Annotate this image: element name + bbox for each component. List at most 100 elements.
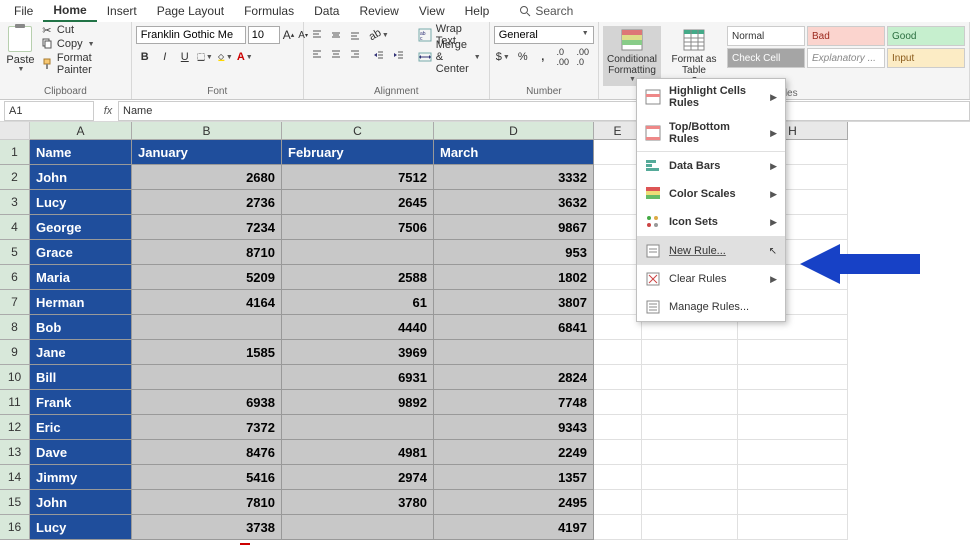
cell[interactable]: 1357 bbox=[434, 465, 594, 490]
cell[interactable]: 4197 bbox=[434, 515, 594, 540]
cell[interactable] bbox=[594, 290, 642, 315]
style-input[interactable]: Input bbox=[887, 48, 965, 68]
col-header-c[interactable]: C bbox=[282, 122, 434, 140]
tab-page-layout[interactable]: Page Layout bbox=[147, 1, 234, 21]
cell[interactable]: 953 bbox=[434, 240, 594, 265]
cell[interactable] bbox=[642, 365, 738, 390]
copy-button[interactable]: Copy▼ bbox=[41, 38, 127, 50]
cell[interactable] bbox=[594, 415, 642, 440]
cell[interactable]: Bob bbox=[30, 315, 132, 340]
formula-input[interactable]: Name bbox=[118, 101, 970, 121]
cell[interactable] bbox=[594, 140, 642, 165]
row-header[interactable]: 4 bbox=[0, 215, 30, 240]
row-header[interactable]: 8 bbox=[0, 315, 30, 340]
row-header[interactable]: 2 bbox=[0, 165, 30, 190]
cell[interactable]: 5209 bbox=[132, 265, 282, 290]
tab-home[interactable]: Home bbox=[43, 0, 96, 22]
cell[interactable] bbox=[132, 315, 282, 340]
cell[interactable] bbox=[282, 240, 434, 265]
cell[interactable]: 1585 bbox=[132, 340, 282, 365]
cell[interactable]: 7372 bbox=[132, 415, 282, 440]
cell[interactable] bbox=[738, 465, 848, 490]
cell[interactable]: 2680 bbox=[132, 165, 282, 190]
cell[interactable]: 2645 bbox=[282, 190, 434, 215]
decrease-indent-button[interactable] bbox=[370, 46, 388, 64]
cell[interactable]: Frank bbox=[30, 390, 132, 415]
cell[interactable] bbox=[594, 365, 642, 390]
cell[interactable]: Lucy bbox=[30, 190, 132, 215]
style-check-cell[interactable]: Check Cell bbox=[727, 48, 805, 68]
cell[interactable]: 9343 bbox=[434, 415, 594, 440]
cell[interactable]: February bbox=[282, 140, 434, 165]
increase-indent-button[interactable] bbox=[390, 46, 408, 64]
cell[interactable] bbox=[738, 440, 848, 465]
col-header-b[interactable]: B bbox=[132, 122, 282, 140]
cf-color-scales[interactable]: Color Scales ▶ bbox=[637, 180, 785, 208]
row-header[interactable]: 13 bbox=[0, 440, 30, 465]
cell[interactable]: 4440 bbox=[282, 315, 434, 340]
decrease-decimal-button[interactable]: .00.0 bbox=[574, 48, 592, 66]
cf-data-bars[interactable]: Data Bars ▶ bbox=[637, 152, 785, 180]
align-center-button[interactable] bbox=[327, 45, 345, 63]
cell[interactable]: Jane bbox=[30, 340, 132, 365]
cell[interactable] bbox=[642, 390, 738, 415]
cell[interactable]: 8476 bbox=[132, 440, 282, 465]
cell[interactable]: 6931 bbox=[282, 365, 434, 390]
cell[interactable]: 4164 bbox=[132, 290, 282, 315]
cell[interactable]: Herman bbox=[30, 290, 132, 315]
cell[interactable]: 3332 bbox=[434, 165, 594, 190]
cell[interactable] bbox=[282, 415, 434, 440]
cell[interactable] bbox=[434, 340, 594, 365]
row-header[interactable]: 10 bbox=[0, 365, 30, 390]
cf-highlight-cells[interactable]: Highlight Cells Rules ▶ bbox=[637, 79, 785, 115]
italic-button[interactable]: I bbox=[156, 48, 174, 66]
font-size-input[interactable] bbox=[248, 26, 280, 44]
style-good[interactable]: Good bbox=[887, 26, 965, 46]
increase-decimal-button[interactable]: .0.00 bbox=[554, 48, 572, 66]
cell[interactable] bbox=[594, 240, 642, 265]
tab-help[interactable]: Help bbox=[455, 1, 500, 21]
name-box[interactable]: A1 bbox=[4, 101, 94, 121]
cell[interactable] bbox=[594, 215, 642, 240]
conditional-formatting-button[interactable]: Conditional Formatting▼ bbox=[603, 26, 661, 86]
cell[interactable] bbox=[594, 515, 642, 540]
cell[interactable]: 6938 bbox=[132, 390, 282, 415]
cell[interactable] bbox=[594, 265, 642, 290]
cell[interactable]: 7512 bbox=[282, 165, 434, 190]
cell[interactable]: 8710 bbox=[132, 240, 282, 265]
format-painter-button[interactable]: Format Painter bbox=[41, 52, 127, 76]
cell[interactable] bbox=[282, 515, 434, 540]
row-header[interactable]: 14 bbox=[0, 465, 30, 490]
col-header-d[interactable]: D bbox=[434, 122, 594, 140]
percent-format-button[interactable]: % bbox=[514, 48, 532, 66]
cell[interactable] bbox=[594, 340, 642, 365]
cell[interactable]: 3780 bbox=[282, 490, 434, 515]
fx-button[interactable]: fx bbox=[98, 105, 118, 117]
col-header-a[interactable]: A bbox=[30, 122, 132, 140]
cell[interactable] bbox=[738, 415, 848, 440]
tab-insert[interactable]: Insert bbox=[97, 1, 147, 21]
cell[interactable]: 6841 bbox=[434, 315, 594, 340]
cell[interactable]: 61 bbox=[282, 290, 434, 315]
style-explanatory[interactable]: Explanatory ... bbox=[807, 48, 885, 68]
align-top-button[interactable] bbox=[308, 26, 326, 44]
row-header[interactable]: 6 bbox=[0, 265, 30, 290]
row-header[interactable]: 16 bbox=[0, 515, 30, 540]
font-family-input[interactable] bbox=[136, 26, 246, 44]
cell[interactable] bbox=[642, 465, 738, 490]
cell[interactable] bbox=[594, 390, 642, 415]
cell[interactable] bbox=[738, 515, 848, 540]
cf-new-rule[interactable]: New Rule... ↖ bbox=[637, 237, 785, 265]
cell[interactable] bbox=[594, 315, 642, 340]
row-header[interactable]: 7 bbox=[0, 290, 30, 315]
cell[interactable]: Name bbox=[30, 140, 132, 165]
cell[interactable] bbox=[642, 490, 738, 515]
cell[interactable]: Bill bbox=[30, 365, 132, 390]
row-header[interactable]: 3 bbox=[0, 190, 30, 215]
select-all-corner[interactable] bbox=[0, 122, 30, 140]
cf-top-bottom[interactable]: Top/Bottom Rules ▶ bbox=[637, 115, 785, 152]
cell[interactable]: 5416 bbox=[132, 465, 282, 490]
comma-format-button[interactable]: , bbox=[534, 48, 552, 66]
cell[interactable]: January bbox=[132, 140, 282, 165]
underline-button[interactable]: U bbox=[176, 48, 194, 66]
